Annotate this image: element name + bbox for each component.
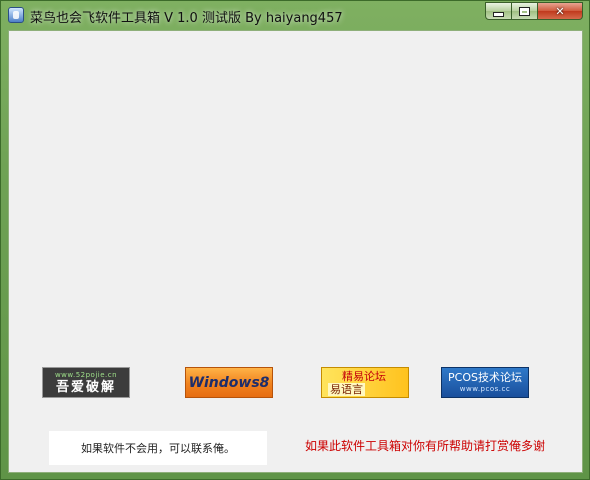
app-window: 菜鸟也会飞软件工具箱 V 1.0 测试版 By haiyang457 ✕ www… <box>0 0 590 480</box>
banner-pcos-forum[interactable]: PCOS技术论坛 www.pcos.cc <box>441 367 529 398</box>
title-bar[interactable]: 菜鸟也会飞软件工具箱 V 1.0 测试版 By haiyang457 ✕ <box>1 1 590 29</box>
donate-link[interactable]: 如果此软件工具箱对你有所帮助请打赏俺多谢 <box>305 437 545 454</box>
window-controls: ✕ <box>485 2 583 20</box>
banner-52pojie[interactable]: www.52pojie.cn 吾爱破解 <box>42 367 130 398</box>
banner-pcos-line2: www.pcos.cc <box>459 385 511 393</box>
contact-note-box: 如果软件不会用，可以联系俺。 <box>49 431 267 465</box>
banner-52pojie-name: 吾爱破解 <box>55 379 116 395</box>
banner-52pojie-url: www.52pojie.cn <box>54 370 118 379</box>
minimize-icon <box>493 11 504 17</box>
banner-windows8-label: Windows8 <box>188 374 270 391</box>
banner-jingyi-line2: 易语言 <box>328 382 365 396</box>
maximize-icon <box>519 6 530 16</box>
window-title: 菜鸟也会飞软件工具箱 V 1.0 测试版 By haiyang457 <box>30 11 343 26</box>
maximize-button[interactable] <box>512 2 538 20</box>
banner-pcos-line1: PCOS技术论坛 <box>448 371 522 384</box>
banner-windows8[interactable]: Windows8 <box>185 367 273 398</box>
client-area: www.52pojie.cn 吾爱破解 Windows8 精易论坛 易语言 PC… <box>8 30 583 473</box>
minimize-button[interactable] <box>485 2 512 20</box>
banner-jingyi-line1: 精易论坛 <box>342 369 386 383</box>
close-icon: ✕ <box>555 4 565 18</box>
banner-jingyi-forum[interactable]: 精易论坛 易语言 <box>321 367 409 398</box>
contact-note: 如果软件不会用，可以联系俺。 <box>81 442 235 455</box>
close-button[interactable]: ✕ <box>538 2 583 20</box>
app-icon[interactable] <box>8 7 24 23</box>
